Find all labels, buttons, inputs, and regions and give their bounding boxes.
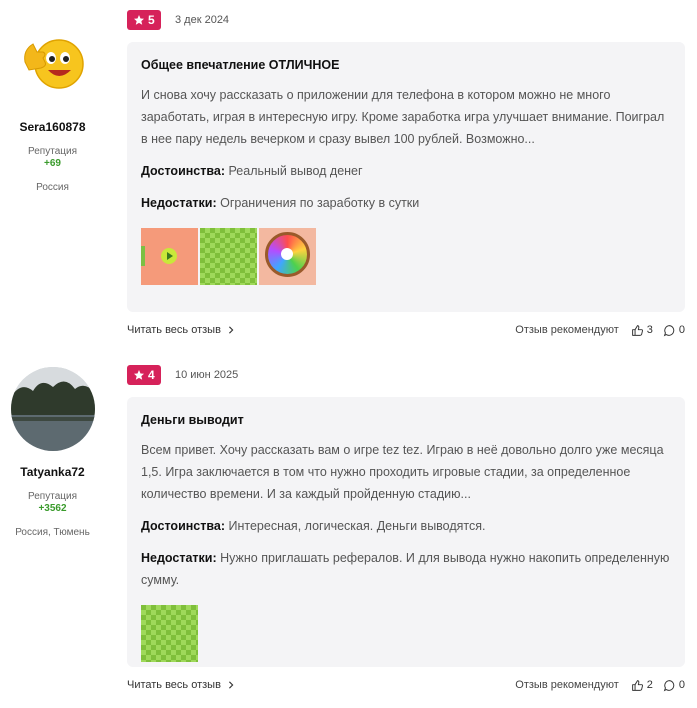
review-author: Sera160878 Репутация +69 Россия — [0, 22, 105, 193]
like-count: 3 — [646, 324, 653, 336]
reputation-label: Репутация — [28, 491, 77, 502]
review-body[interactable]: Общее впечатление ОТЛИЧНОЕ И снова хочу … — [127, 42, 685, 312]
review-images — [141, 605, 671, 662]
cons-text: Ограничения по заработку в сутки — [220, 196, 420, 210]
review-text: И снова хочу рассказать о приложении для… — [141, 88, 665, 146]
recommend-label: Отзыв рекомендуют — [515, 324, 619, 336]
thumbs-up-icon — [631, 324, 643, 336]
review-image-thumbnail[interactable] — [259, 228, 316, 285]
review-pros: Достоинства: Интересная, логическая. Ден… — [141, 515, 671, 537]
chevron-right-icon — [228, 681, 234, 689]
thumbs-up-emoji-icon — [10, 22, 95, 106]
review-image-thumbnail[interactable] — [141, 228, 198, 285]
pros-text: Интересная, логическая. Деньги выводятся… — [228, 519, 486, 533]
author-location: Россия — [36, 182, 69, 193]
comments-button[interactable]: 0 — [663, 324, 685, 337]
review-images — [141, 228, 671, 285]
cons-label: Недостатки: — [141, 196, 217, 210]
review-cons: Недостатки: Нужно приглашать рефералов. … — [141, 547, 671, 591]
comment-icon — [663, 324, 675, 336]
review-footer: Читать весь отзыв Отзыв рекомендуют 2 0 — [127, 677, 685, 693]
review-card: Tatyanka72 Репутация +3562 Россия, Тюмен… — [0, 355, 697, 708]
rating-badge: 4 — [127, 365, 161, 385]
star-icon — [134, 15, 144, 25]
read-more-label: Читать весь отзыв — [127, 324, 221, 336]
review-header: 5 3 дек 2024 — [127, 10, 229, 30]
rating-value: 5 — [148, 13, 155, 27]
review-cons: Недостатки: Ограничения по заработку в с… — [141, 192, 671, 214]
pros-label: Достоинства: — [141, 519, 226, 533]
read-full-review-link[interactable]: Читать весь отзыв — [127, 324, 235, 336]
review-pros: Достоинства: Реальный вывод денег — [141, 160, 671, 182]
reputation-value: +3562 — [38, 503, 67, 514]
comment-icon — [663, 679, 675, 691]
review-header: 4 10 июн 2025 — [127, 365, 238, 385]
rating-badge: 5 — [127, 10, 161, 30]
review-title[interactable]: Деньги выводит — [141, 413, 671, 427]
review-body[interactable]: Деньги выводит Всем привет. Хочу рассказ… — [127, 397, 685, 667]
author-username[interactable]: Tatyanka72 — [0, 465, 105, 479]
like-button[interactable]: 3 — [631, 324, 653, 337]
review-title[interactable]: Общее впечатление ОТЛИЧНОЕ — [141, 58, 671, 72]
cons-text: Нужно приглашать рефералов. И для вывода… — [141, 551, 670, 587]
rating-value: 4 — [148, 368, 155, 382]
reputation-label: Репутация — [28, 146, 77, 157]
thumbs-up-icon — [631, 679, 643, 691]
cons-label: Недостатки: — [141, 551, 217, 565]
landscape-photo-icon — [10, 367, 95, 451]
reputation-value: +69 — [44, 158, 61, 169]
pros-text: Реальный вывод денег — [228, 164, 363, 178]
comment-count: 0 — [678, 679, 685, 691]
read-more-label: Читать весь отзыв — [127, 679, 221, 691]
recommend-label: Отзыв рекомендуют — [515, 679, 619, 691]
review-card: Sera160878 Репутация +69 Россия 5 3 дек … — [0, 0, 697, 350]
author-username[interactable]: Sera160878 — [0, 120, 105, 134]
star-icon — [134, 370, 144, 380]
review-date: 10 июн 2025 — [175, 369, 239, 381]
like-count: 2 — [646, 679, 653, 691]
review-date: 3 дек 2024 — [175, 14, 230, 26]
review-text: Всем привет. Хочу рассказать вам о игре … — [141, 443, 664, 501]
pros-label: Достоинства: — [141, 164, 226, 178]
author-location: Россия, Тюмень — [15, 527, 90, 538]
review-image-thumbnail[interactable] — [200, 228, 257, 285]
comments-button[interactable]: 0 — [663, 679, 685, 692]
review-image-thumbnail[interactable] — [141, 605, 198, 662]
avatar[interactable] — [10, 367, 95, 451]
avatar[interactable] — [10, 22, 95, 106]
review-footer: Читать весь отзыв Отзыв рекомендуют 3 0 — [127, 322, 685, 338]
chevron-right-icon — [228, 326, 234, 334]
read-full-review-link[interactable]: Читать весь отзыв — [127, 679, 235, 691]
review-author: Tatyanka72 Репутация +3562 Россия, Тюмен… — [0, 367, 105, 538]
like-button[interactable]: 2 — [631, 679, 653, 692]
comment-count: 0 — [678, 324, 685, 336]
